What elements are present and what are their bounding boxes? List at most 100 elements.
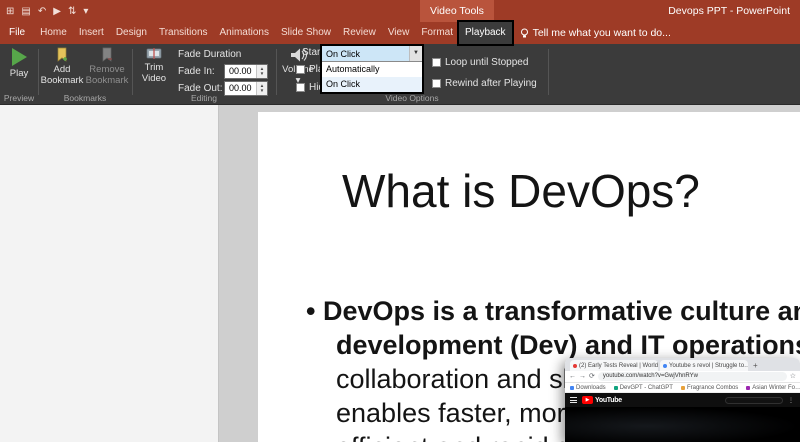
youtube-video-player (565, 407, 800, 442)
bookmark-star-icon[interactable]: ☆ (790, 373, 796, 380)
favicon (613, 385, 618, 390)
tab-insert[interactable]: Insert (73, 22, 110, 44)
ribbon-tab-strip: File Home Insert Design Transitions Anim… (0, 20, 800, 46)
start-option-on-click[interactable]: On Click (322, 77, 422, 92)
rewind-after-playing-label: Rewind after Playing (445, 78, 537, 89)
add-bookmark-label: Add Bookmark (40, 64, 84, 86)
remove-bookmark-icon (102, 47, 112, 62)
tab-view[interactable]: View (382, 22, 416, 44)
reload-icon[interactable]: ⟳ (589, 373, 595, 380)
trim-video-label: Trim Video (141, 62, 167, 84)
loop-until-stopped-label: Loop until Stopped (445, 57, 529, 68)
tab-animations[interactable]: Animations (214, 22, 275, 44)
bookmark-item[interactable]: Downloads (570, 385, 606, 391)
remove-bookmark-label: Remove Bookmark (85, 64, 129, 86)
bookmark-item[interactable]: Fragrance Combos (680, 385, 738, 391)
play-button[interactable]: Play (2, 47, 36, 80)
rewind-after-playing-row: Rewind after Playing (432, 78, 537, 89)
group-divider (38, 49, 39, 95)
fade-in-input[interactable]: 00.00 ▲ ▼ (224, 64, 268, 79)
contextual-tab-group-video-tools: Video Tools (420, 0, 494, 22)
favicon (746, 385, 751, 390)
fade-in-label: Fade In: (178, 66, 215, 77)
url-field[interactable]: youtube.com/watch?v=GwjVhnRYw (597, 372, 787, 381)
hide-while-not-playing-checkbox[interactable] (296, 83, 305, 92)
browser-page-content: ▶ YouTube ⋮ (565, 393, 800, 442)
chevron-down-icon[interactable]: ▼ (409, 46, 422, 61)
fade-in-spinner[interactable]: ▲ ▼ (256, 65, 267, 78)
tab-slide-show[interactable]: Slide Show (275, 22, 337, 44)
rewind-after-playing-checkbox[interactable] (432, 79, 441, 88)
tab-file[interactable]: File (0, 22, 34, 44)
browser-window[interactable]: (2) Early Tests Reveal | World N… Youtub… (565, 358, 800, 442)
title-bar: ⊞ ▤ ↶ ▶ ⇅ ▾ Video Tools Devops PPT - Pow… (0, 0, 800, 22)
browser-address-bar: ← → ⟳ youtube.com/watch?v=GwjVhnRYw ☆ (565, 371, 800, 383)
fade-duration-label: Fade Duration (178, 49, 242, 60)
bullet-marker: • (306, 296, 316, 326)
lightbulb-icon (520, 28, 528, 37)
slide-thumbnail-panel (0, 105, 219, 442)
slide-title[interactable]: What is DevOps? (342, 164, 700, 218)
tab-design[interactable]: Design (110, 22, 153, 44)
trim-video-button[interactable]: Trim Video (136, 47, 172, 84)
youtube-header: ▶ YouTube ⋮ (565, 393, 800, 407)
more-options-icon[interactable]: ⋮ (788, 397, 795, 404)
bookmark-item[interactable]: DevGPT - ChatGPT (613, 385, 673, 391)
new-tab-button[interactable]: + (753, 360, 758, 371)
start-combobox[interactable]: On Click ▼ (322, 46, 422, 61)
bullet-line-1: • DevOps is a transformative culture and (306, 296, 800, 326)
add-bookmark-button[interactable]: Add Bookmark (40, 47, 84, 86)
updown-icon[interactable]: ⇅ (68, 6, 76, 17)
youtube-search-input[interactable] (725, 396, 783, 404)
tell-me-box[interactable]: Tell me what you want to do... (520, 22, 671, 44)
fade-out-value: 00.00 (229, 83, 252, 93)
play-full-screen-checkbox[interactable] (296, 65, 305, 74)
group-label-preview: Preview (3, 93, 35, 103)
browser-tab-1[interactable]: (2) Early Tests Reveal | World N… (570, 360, 658, 371)
group-divider (132, 49, 133, 95)
tell-me-label: Tell me what you want to do... (532, 27, 671, 39)
ribbon-playback: Play Preview Add Bookmark Remove Bookmark … (0, 44, 800, 105)
loop-until-stopped-checkbox[interactable] (432, 58, 441, 67)
save-icon[interactable]: ▤ (21, 6, 30, 17)
bookmark-item[interactable]: Asian Winter Fo… (746, 385, 800, 391)
back-icon[interactable]: ← (569, 373, 576, 380)
group-divider (548, 49, 549, 95)
tab-review[interactable]: Review (337, 22, 382, 44)
start-option-automatically[interactable]: Automatically (322, 62, 422, 77)
favicon (663, 363, 667, 368)
window-title: Devops PPT - PowerPoint (668, 5, 790, 17)
youtube-logo[interactable]: ▶ YouTube (582, 396, 622, 404)
start-slideshow-icon[interactable]: ▶ (53, 6, 61, 17)
tab-home[interactable]: Home (34, 22, 73, 44)
tab-transitions[interactable]: Transitions (153, 22, 214, 44)
customize-caret-icon[interactable]: ▾ (83, 6, 88, 17)
forward-icon[interactable]: → (579, 373, 586, 380)
youtube-logo-text: YouTube (595, 396, 622, 404)
favicon (573, 363, 577, 368)
undo-icon[interactable]: ↶ (38, 6, 46, 17)
browser-tab-2[interactable]: Youtube s revol | Struggle to… (660, 360, 748, 371)
bookmarks-bar: Downloads DevGPT - ChatGPT Fragrance Com… (565, 383, 800, 393)
start-dropdown-list: Automatically On Click (322, 61, 422, 92)
add-bookmark-icon (57, 47, 67, 62)
start-dropdown-annotation: On Click ▼ Automatically On Click (320, 44, 424, 94)
fade-in-value: 00.00 (229, 66, 252, 76)
group-label-editing: Editing (191, 93, 217, 103)
tab-playback[interactable]: Playback (457, 20, 514, 46)
browser-tab-2-title: Youtube s revol | Struggle to… (669, 362, 748, 369)
group-label-video-options: Video Options (385, 93, 439, 103)
play-icon (12, 48, 27, 66)
group-label-bookmarks: Bookmarks (63, 93, 107, 103)
apps-icon[interactable]: ⊞ (6, 6, 14, 17)
browser-tab-1-title: (2) Early Tests Reveal | World N… (579, 362, 658, 369)
menu-icon[interactable] (570, 397, 577, 403)
tab-format[interactable]: Format (415, 22, 459, 44)
remove-bookmark-button[interactable]: Remove Bookmark (84, 47, 130, 86)
bullet-line-2: development (Dev) and IT operations (Ops… (336, 330, 800, 360)
start-combobox-value: On Click (326, 48, 361, 59)
favicon (570, 385, 574, 390)
group-divider (276, 49, 277, 95)
favicon (680, 385, 685, 390)
trim-video-icon (146, 48, 162, 59)
